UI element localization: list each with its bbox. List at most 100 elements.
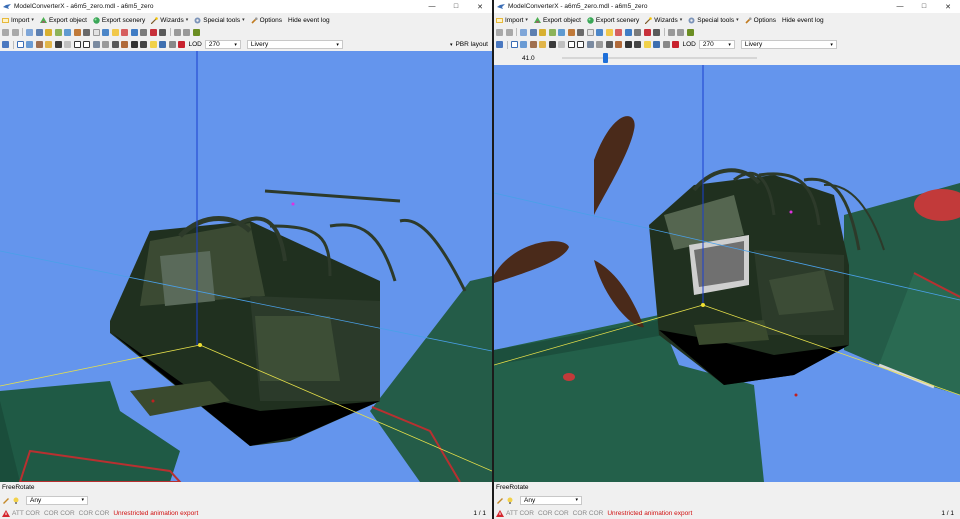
lighting-icon[interactable] — [140, 41, 147, 48]
livery-select[interactable]: Livery ▾ — [246, 40, 343, 49]
menu-hide-event-log[interactable]: Hide event log — [782, 17, 824, 24]
menu-export-scenery[interactable]: Export scenery — [587, 17, 639, 24]
pen-icon[interactable] — [35, 41, 43, 48]
hierarchy-icon[interactable] — [35, 28, 43, 36]
object-icon[interactable] — [73, 28, 81, 36]
lamp-icon[interactable] — [45, 41, 52, 48]
hierarchy-icon[interactable] — [529, 28, 537, 36]
light-icon[interactable] — [605, 28, 613, 36]
apple-icon[interactable] — [178, 41, 185, 48]
filter-select[interactable]: Any ▾ — [26, 495, 88, 505]
texture-icon[interactable] — [54, 28, 62, 36]
person-icon[interactable] — [643, 28, 651, 36]
person-icon[interactable] — [149, 28, 157, 36]
texture-view-icon[interactable] — [615, 41, 622, 48]
maximize-icon[interactable]: □ — [912, 0, 936, 13]
select-icon[interactable] — [520, 28, 527, 36]
object-icon[interactable] — [567, 28, 575, 36]
axis-icon[interactable] — [73, 41, 81, 48]
sphere-icon[interactable] — [596, 41, 603, 48]
menu-special-tools[interactable]: Special tools ▾ — [688, 17, 739, 24]
select-icon[interactable] — [26, 28, 33, 36]
solid-icon[interactable] — [605, 41, 613, 48]
menu-hide-event-log[interactable]: Hide event log — [288, 17, 330, 24]
3d-viewport[interactable] — [0, 51, 492, 482]
camera-icon[interactable] — [624, 28, 632, 36]
forward-icon[interactable] — [11, 28, 19, 36]
texture-icon[interactable] — [548, 28, 556, 36]
material-icon[interactable] — [45, 28, 52, 36]
normals-icon[interactable] — [54, 41, 62, 48]
crosshair-icon[interactable] — [83, 41, 90, 48]
settings-icon[interactable] — [662, 41, 670, 48]
menu-export-scenery[interactable]: Export scenery — [93, 17, 145, 24]
back-icon[interactable] — [496, 28, 503, 36]
menu-import[interactable]: Import ▾ — [496, 17, 528, 24]
apple-icon[interactable] — [672, 41, 679, 48]
view-mode-icon[interactable] — [2, 41, 9, 48]
grid-icon[interactable] — [92, 28, 100, 36]
camera-icon[interactable] — [130, 28, 138, 36]
undo-icon[interactable] — [667, 28, 675, 36]
tag-icon[interactable] — [140, 28, 147, 36]
scenery-icon[interactable] — [64, 28, 71, 36]
wireframe-icon[interactable] — [520, 41, 527, 48]
lightbulb-icon[interactable] — [12, 497, 20, 504]
eye-icon[interactable] — [159, 41, 166, 48]
lighting-icon[interactable] — [634, 41, 641, 48]
light-icon[interactable] — [111, 28, 119, 36]
effect-icon[interactable] — [615, 28, 622, 36]
crosshair-icon[interactable] — [577, 41, 584, 48]
scenery-icon[interactable] — [558, 28, 565, 36]
3d-viewport[interactable] — [494, 65, 960, 482]
sphere-icon[interactable] — [102, 41, 109, 48]
lod-select[interactable]: 270 ▾ — [204, 40, 241, 49]
undo-icon[interactable] — [173, 28, 181, 36]
bounding-box-icon[interactable] — [558, 41, 565, 48]
minimize-icon[interactable]: — — [888, 0, 912, 13]
bounding-box-icon[interactable] — [64, 41, 71, 48]
pbr-layout-button[interactable]: ▾ PBR layout — [450, 41, 488, 48]
menu-import[interactable]: Import ▾ — [2, 17, 34, 24]
redo-icon[interactable] — [183, 28, 190, 36]
refresh-icon[interactable] — [192, 28, 200, 36]
forward-icon[interactable] — [505, 28, 513, 36]
effect-icon[interactable] — [121, 28, 128, 36]
lightbulb-icon[interactable] — [506, 497, 514, 504]
lod-select[interactable]: 270 ▾ — [698, 40, 735, 49]
maximize-icon[interactable]: □ — [444, 0, 468, 13]
menu-options[interactable]: Options — [251, 17, 282, 24]
attach-icon[interactable] — [83, 28, 90, 36]
close-icon[interactable]: ✕ — [936, 0, 960, 13]
pencil-icon[interactable] — [496, 497, 504, 504]
tag-icon[interactable] — [634, 28, 641, 36]
axis-icon[interactable] — [567, 41, 575, 48]
grid-toggle-icon[interactable] — [16, 41, 24, 48]
close-icon[interactable]: ✕ — [468, 0, 492, 13]
settings-icon[interactable] — [168, 41, 176, 48]
menu-options[interactable]: Options — [745, 17, 776, 24]
menu-export-object[interactable]: Export object — [39, 16, 87, 24]
back-icon[interactable] — [2, 28, 9, 36]
livery-select[interactable]: Livery ▾ — [740, 40, 837, 49]
view-mode-icon[interactable] — [496, 41, 503, 48]
redo-icon[interactable] — [677, 28, 684, 36]
pencil-icon[interactable] — [2, 497, 10, 504]
filter-select[interactable]: Any ▾ — [520, 495, 582, 505]
normals-icon[interactable] — [548, 41, 556, 48]
shadow-icon[interactable] — [130, 41, 138, 48]
grid-toggle-icon[interactable] — [510, 41, 518, 48]
image-icon[interactable] — [596, 28, 603, 36]
pen-icon[interactable] — [529, 41, 537, 48]
refresh-icon[interactable] — [686, 28, 694, 36]
eye-icon[interactable] — [653, 41, 660, 48]
wireframe-icon[interactable] — [26, 41, 33, 48]
texture-view-icon[interactable] — [121, 41, 128, 48]
minimize-icon[interactable]: — — [420, 0, 444, 13]
menu-export-object[interactable]: Export object — [533, 16, 581, 24]
lamp-icon[interactable] — [539, 41, 546, 48]
solid-icon[interactable] — [111, 41, 119, 48]
menu-wizards[interactable]: Wizards ▾ — [151, 17, 188, 24]
shadow-icon[interactable] — [624, 41, 632, 48]
animation-icon[interactable] — [653, 28, 660, 36]
